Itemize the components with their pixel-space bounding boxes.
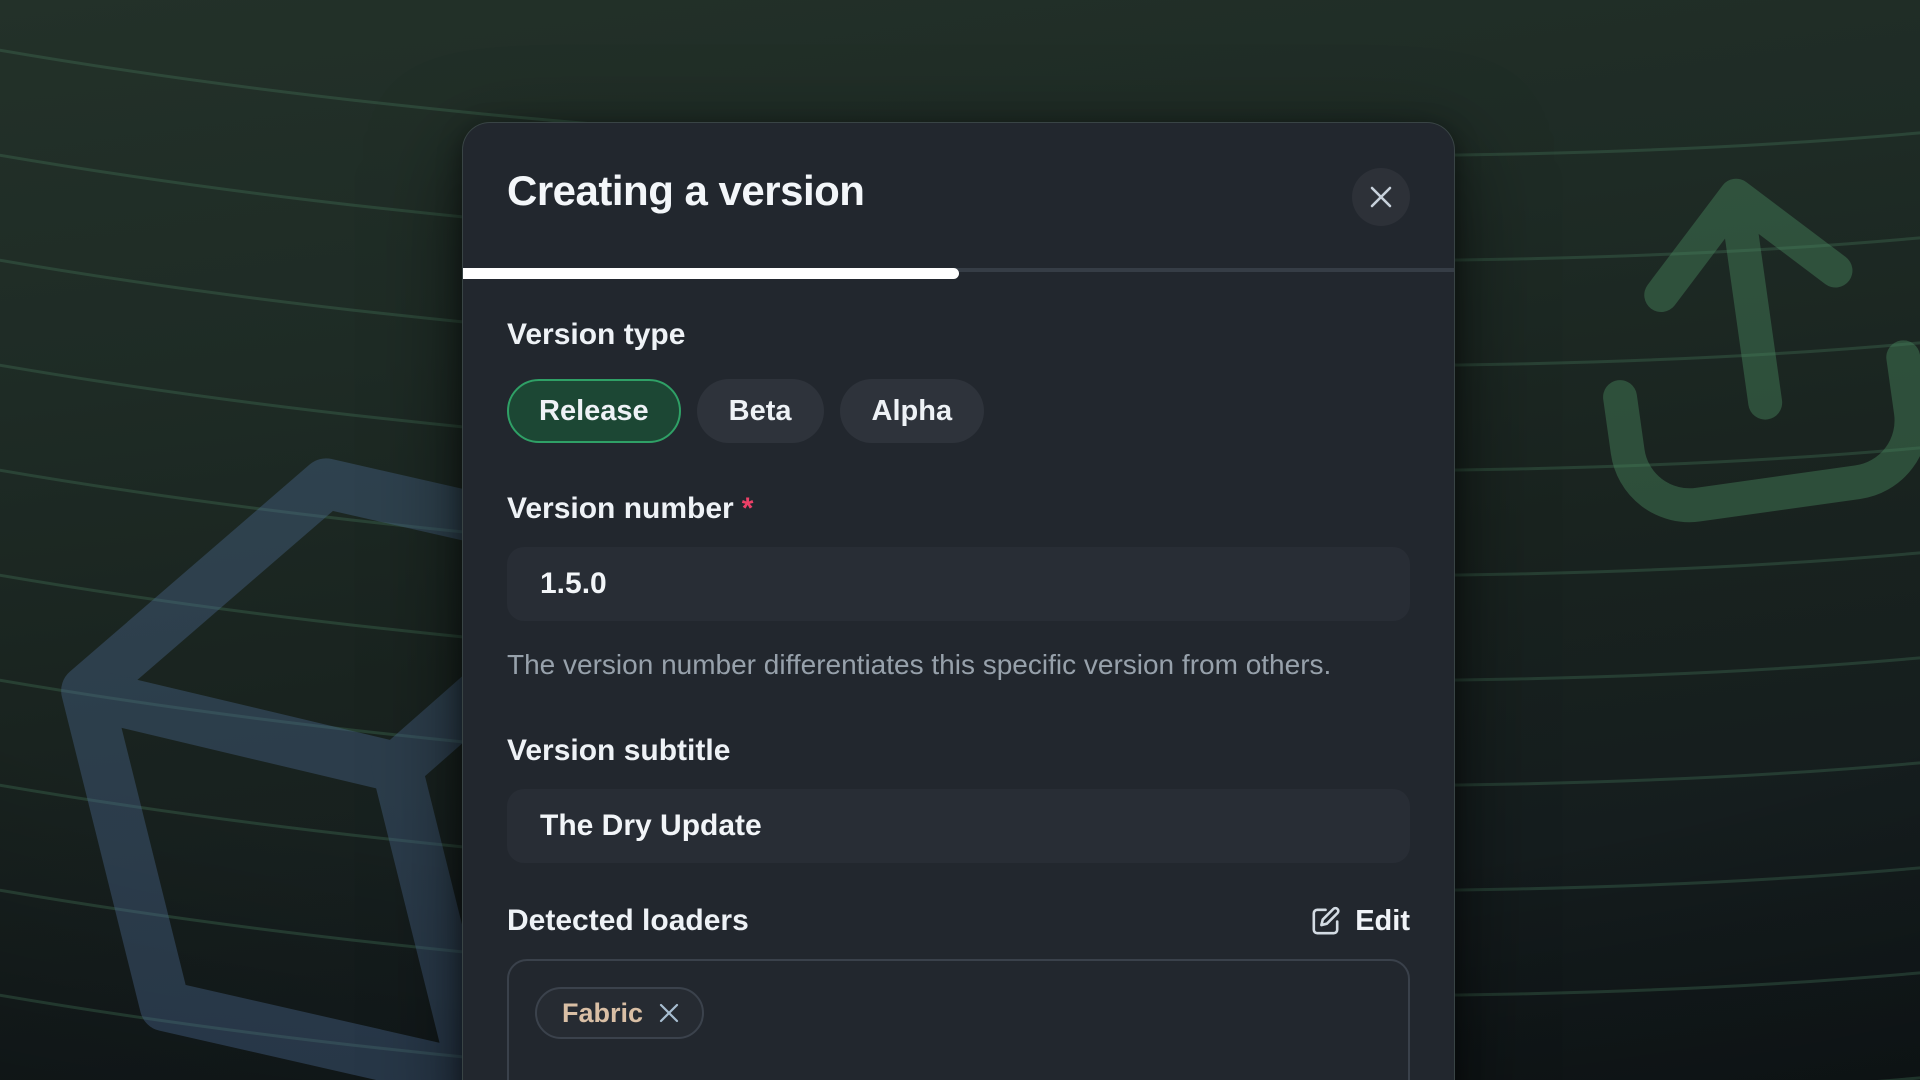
close-button[interactable]	[1352, 168, 1410, 226]
loader-tag-label: Fabric	[562, 998, 643, 1029]
edit-loaders-button[interactable]: Edit	[1309, 905, 1410, 938]
edit-label: Edit	[1355, 905, 1410, 938]
version-subtitle-input[interactable]	[507, 789, 1410, 863]
step-progress	[463, 268, 1454, 280]
square-pen-icon	[1309, 905, 1342, 938]
version-type-beta-button[interactable]: Beta	[697, 379, 824, 443]
version-subtitle-label: Version subtitle	[507, 733, 1410, 769]
loader-tag-fabric: Fabric	[535, 987, 704, 1039]
modal-header: Creating a version	[463, 123, 1454, 273]
page-background: Creating a version Version type Release …	[0, 0, 1920, 1080]
required-asterisk: *	[742, 492, 754, 525]
version-type-label: Version type	[507, 317, 1410, 353]
version-type-alpha-button[interactable]: Alpha	[840, 379, 985, 443]
modal-title: Creating a version	[507, 163, 1410, 219]
creating-version-modal: Creating a version Version type Release …	[462, 122, 1455, 1080]
close-icon	[1368, 184, 1394, 210]
version-type-release-button[interactable]: Release	[507, 379, 681, 443]
version-number-help-text: The version number differentiates this s…	[507, 643, 1387, 687]
version-number-input[interactable]	[507, 547, 1410, 621]
remove-fabric-tag-button[interactable]	[658, 1002, 680, 1024]
progress-bar	[463, 268, 959, 279]
upload-arrow-icon	[1502, 52, 1920, 608]
version-type-options: Release Beta Alpha	[507, 379, 1410, 443]
modal-body: Version type Release Beta Alpha Version …	[463, 317, 1454, 1080]
detected-loaders-box: Fabric	[507, 959, 1410, 1080]
detected-loaders-label: Detected loaders	[507, 903, 749, 939]
detected-loaders-row: Detected loaders Edit	[507, 903, 1410, 939]
version-number-label-text: Version number	[507, 492, 734, 525]
x-icon	[658, 1002, 680, 1024]
version-number-label: Version number*	[507, 491, 1410, 527]
